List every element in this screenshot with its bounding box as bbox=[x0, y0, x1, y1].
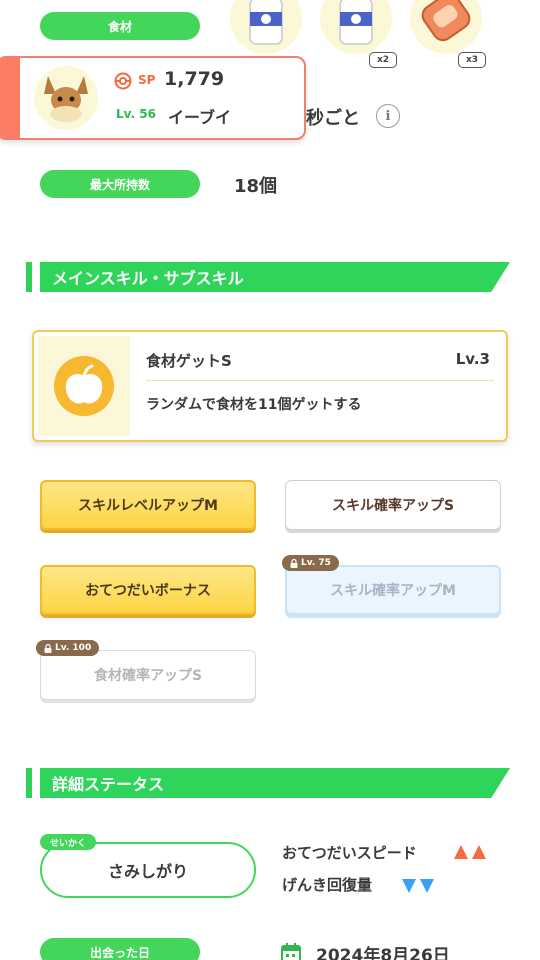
main-skill-name: 食材ゲットS bbox=[146, 352, 232, 370]
section-bar bbox=[26, 768, 32, 798]
apple-icon bbox=[54, 356, 114, 416]
section-bar bbox=[26, 262, 32, 292]
pokemon-avatar bbox=[34, 66, 98, 130]
main-skill-card[interactable]: 食材ゲットS Lv.3 ランダムで食材を11個ゲットする bbox=[32, 330, 508, 442]
sub-skill-5-lock-level: Lv. 100 bbox=[55, 643, 92, 653]
ingredient-slot-3[interactable] bbox=[410, 0, 482, 54]
help-time-suffix: 秒ごと bbox=[306, 108, 360, 129]
sub-skill-5[interactable]: 食材確率アップS bbox=[40, 650, 256, 700]
met-date-label: 出会った日 bbox=[40, 938, 200, 960]
skills-section-title: メインスキル・サブスキル bbox=[40, 262, 510, 292]
up-stat-label: おてつだいスピード bbox=[282, 844, 417, 862]
ingredient-count-2: x2 bbox=[369, 52, 397, 68]
pokemon-name: イーブイ bbox=[168, 108, 232, 127]
main-skill-description: ランダムで食材を11個ゲットする bbox=[146, 397, 362, 413]
divider bbox=[146, 380, 494, 381]
milk-bottle-icon bbox=[339, 0, 373, 45]
up-arrows-icon bbox=[454, 844, 488, 863]
max-capacity-label: 最大所持数 bbox=[40, 170, 200, 198]
ingredient-count-3: x3 bbox=[458, 52, 486, 68]
sp-label: SP bbox=[138, 73, 156, 87]
bacon-icon bbox=[421, 0, 471, 42]
down-arrows-icon bbox=[402, 878, 436, 897]
sub-skill-4-lock-level: Lv. 75 bbox=[301, 558, 331, 568]
down-stat-label: げんき回復量 bbox=[282, 876, 373, 894]
skills-section-header: メインスキル・サブスキル bbox=[26, 262, 512, 292]
milk-bottle-icon bbox=[249, 0, 283, 45]
lock-icon bbox=[290, 558, 298, 568]
ingredient-slot-1[interactable] bbox=[230, 0, 302, 54]
sub-skill-5-lock: Lv. 100 bbox=[36, 640, 100, 656]
card-stripe bbox=[0, 58, 20, 138]
sub-skill-3[interactable]: おてつだいボーナス bbox=[40, 565, 256, 615]
calendar-icon bbox=[280, 942, 302, 960]
sub-skill-4-lock: Lv. 75 bbox=[282, 555, 339, 571]
pokemon-level: Lv. 56 bbox=[116, 107, 156, 121]
nature-tag: せいかく bbox=[40, 834, 97, 850]
pokemon-detail-screen: 食材 x2 x3 秒ごと i SP 1,779 Lv. 56 イーブイ 最大所持… bbox=[0, 0, 540, 960]
met-date-value: 2024年8月26日 bbox=[316, 946, 450, 960]
sp-icon bbox=[114, 72, 132, 90]
lock-icon bbox=[44, 643, 52, 653]
details-section-title: 詳細ステータス bbox=[40, 768, 510, 798]
sp-value: 1,779 bbox=[164, 68, 225, 90]
ingredients-label: 食材 bbox=[40, 12, 200, 40]
nature-box[interactable]: さみしがり bbox=[40, 842, 256, 898]
sub-skill-1[interactable]: スキルレベルアップM bbox=[40, 480, 256, 530]
ingredient-slot-2[interactable] bbox=[320, 0, 392, 54]
skill-icon-panel bbox=[38, 336, 130, 436]
sub-skill-2[interactable]: スキル確率アップS bbox=[285, 480, 501, 530]
details-section-header: 詳細ステータス bbox=[26, 768, 512, 798]
max-capacity-value: 18個 bbox=[234, 176, 278, 197]
main-skill-level: Lv.3 bbox=[455, 350, 490, 368]
sub-skill-4[interactable]: スキル確率アップM bbox=[285, 565, 501, 615]
info-icon[interactable]: i bbox=[376, 104, 400, 128]
pokemon-card[interactable]: SP 1,779 Lv. 56 イーブイ bbox=[0, 56, 306, 140]
eevee-icon bbox=[44, 76, 88, 122]
